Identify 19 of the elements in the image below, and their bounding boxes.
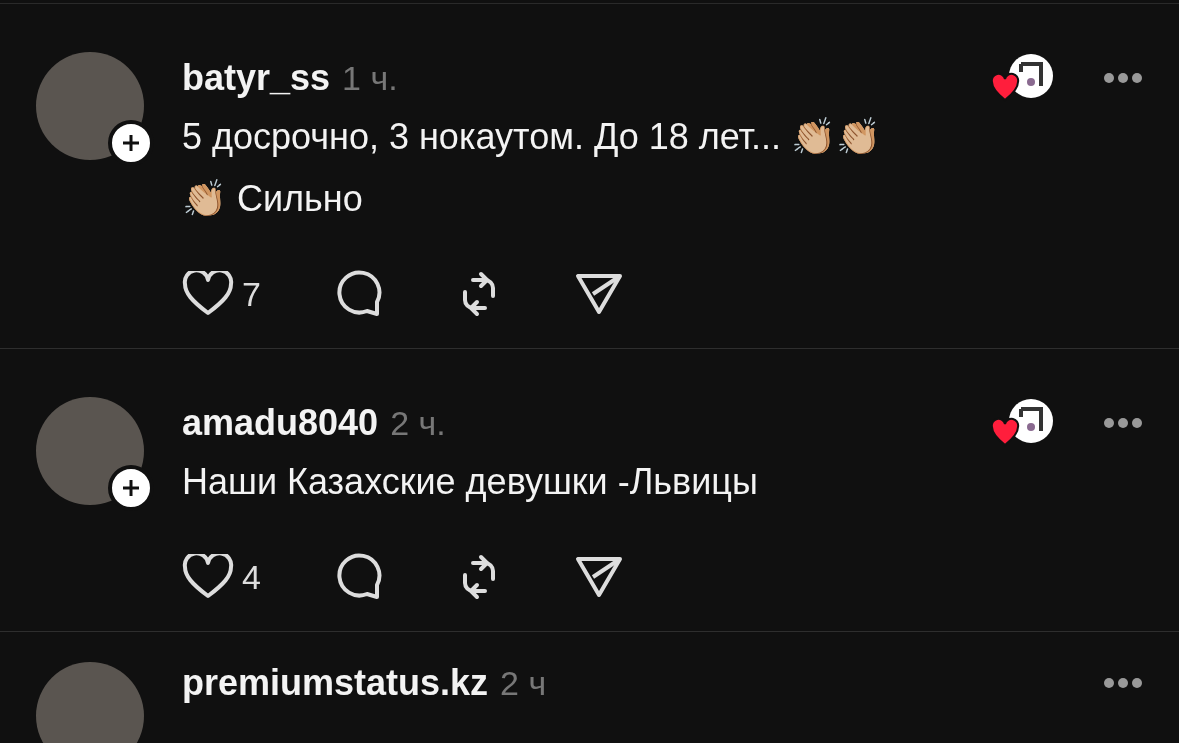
post-time: 1 ч. (342, 58, 398, 98)
username[interactable]: premiumstatus.kz (182, 662, 489, 704)
post-time: 2 ч (500, 663, 547, 703)
post-time: 2 ч. (390, 403, 446, 443)
send-icon (574, 555, 623, 599)
more-options-icon[interactable] (1103, 72, 1143, 84)
more-options-icon[interactable] (1103, 417, 1143, 429)
post-text: 5 досрочно, 3 нокаутом. До 18 лет... 👏🏼👏🏼 👏🏼 Сильно (182, 115, 882, 221)
share-button[interactable] (574, 555, 623, 599)
heart-icon (182, 554, 234, 600)
share-button[interactable] (574, 272, 623, 316)
like-button[interactable]: 7 (182, 271, 261, 317)
username[interactable]: batyr_ss (182, 57, 331, 99)
username[interactable]: amadu8040 (182, 402, 379, 444)
more-options-icon[interactable] (1103, 677, 1143, 689)
heart-icon (182, 271, 234, 317)
like-button[interactable]: 4 (182, 554, 261, 600)
post-text: Наши Казахские девушки -Львицы (182, 460, 759, 504)
send-icon (574, 272, 623, 316)
